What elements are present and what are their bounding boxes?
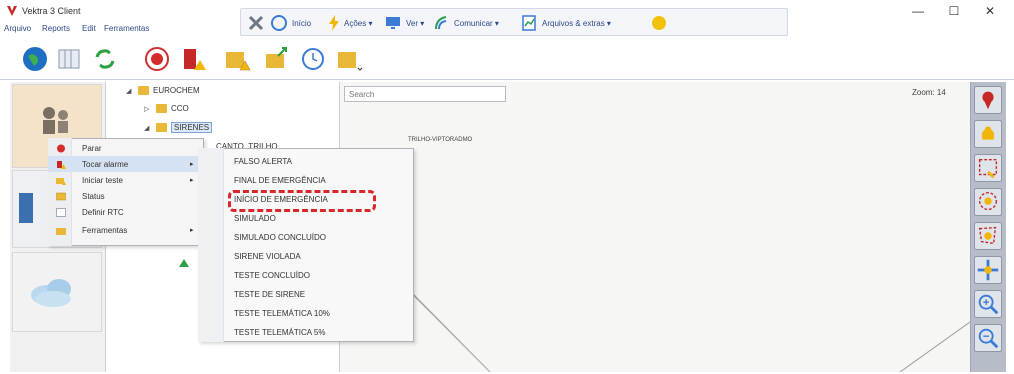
cloud-icon xyxy=(31,279,71,307)
sync-arrows-icon[interactable] xyxy=(90,44,120,74)
comunicar-label: Comunicar ▾ xyxy=(454,18,499,28)
refresh-circle-icon xyxy=(271,15,287,31)
ctx-item-definir-rtc[interactable]: Definir RTC xyxy=(48,204,204,220)
arquivos-extras-label: Arquivos & extras ▾ xyxy=(542,18,611,28)
stop-icon xyxy=(57,144,65,152)
inicio-button[interactable]: Início xyxy=(269,9,311,37)
columns-icon[interactable] xyxy=(54,44,84,74)
zoom-level: Zoom: 14 xyxy=(912,88,946,97)
sub-item-sirene-violada[interactable]: SIRENE VIOLADA xyxy=(234,250,301,264)
menu-ferramentas[interactable]: Ferramentas xyxy=(104,24,149,33)
alarm-book-icon[interactable] xyxy=(178,44,208,74)
map-canvas[interactable] xyxy=(340,82,971,373)
signal-icon xyxy=(435,16,447,30)
menu-edit[interactable]: Edit xyxy=(82,24,96,33)
map-lines xyxy=(351,231,971,373)
crossed-tools-icon xyxy=(248,15,264,31)
folder-icon xyxy=(156,104,167,113)
submenu-gutter xyxy=(198,148,224,342)
close-button[interactable]: ✕ xyxy=(972,2,1008,20)
tree-node-label: SIRENES xyxy=(171,122,213,133)
ctx-item-label: Status xyxy=(82,191,105,201)
ctx-item-tocar-alarme[interactable]: Tocar alarme ▸ xyxy=(48,156,204,172)
expand-icon: ▷ xyxy=(144,105,150,113)
ctx-item-parar[interactable]: Parar xyxy=(48,140,204,156)
ctx-item-ferramentas[interactable]: Ferramentas ▸ xyxy=(48,222,204,238)
ctx-item-label: Ferramentas xyxy=(82,225,128,235)
pan-hand-icon[interactable] xyxy=(974,120,1002,148)
ver-button[interactable]: Ver ▾ xyxy=(385,9,424,37)
status-triangle-icon xyxy=(179,259,189,267)
menu-reports[interactable]: Reports xyxy=(42,24,70,33)
folder-icon xyxy=(156,123,167,132)
zoom-in-icon[interactable] xyxy=(974,290,1002,318)
sub-item-final-de-emergencia[interactable]: FINAL DE EMERGÊNCIA xyxy=(234,174,326,188)
collapse-icon: ◢ xyxy=(126,87,132,95)
document-chart-icon xyxy=(522,15,536,31)
select-rectangle-icon[interactable] xyxy=(974,154,1002,182)
zoom-out-icon[interactable] xyxy=(974,324,1002,352)
sub-item-teste-de-sirene[interactable]: TESTE DE SIRENE xyxy=(234,288,305,302)
comunicar-button[interactable]: Comunicar ▾ xyxy=(433,9,499,37)
ctx-item-iniciar-teste[interactable]: Iniciar teste ▸ xyxy=(48,172,204,188)
sub-item-teste-telematica-5[interactable]: TESTE TELEMÁTICA 5% xyxy=(234,326,325,340)
acoes-label: Ações ▾ xyxy=(344,18,373,28)
sub-item-teste-telematica-10[interactable]: TESTE TELEMÁTICA 10% xyxy=(234,307,330,321)
lightning-icon xyxy=(329,15,339,31)
ctx-item-label: Definir RTC xyxy=(82,207,124,217)
sub-item-teste-concluido[interactable]: TESTE CONCLUÍDO xyxy=(234,269,310,283)
map-pin-icon[interactable] xyxy=(974,86,1002,114)
inicio-label: Início xyxy=(292,18,312,28)
ctx-item-label: Iniciar teste xyxy=(82,175,123,185)
folder-icon xyxy=(138,86,149,95)
menu-arquivo[interactable]: Arquivo xyxy=(4,24,31,33)
app-logo-icon xyxy=(7,6,17,16)
select-polygon-icon[interactable] xyxy=(974,222,1002,250)
tree-node-label: EUROCHEM xyxy=(153,86,200,95)
folder-export-icon[interactable] xyxy=(262,44,292,74)
stop-record-icon[interactable] xyxy=(142,44,172,74)
folder-warning-icon[interactable] xyxy=(222,44,252,74)
tools-cross-button[interactable] xyxy=(247,9,265,37)
collapse-icon: ◢ xyxy=(144,124,150,132)
tree-node-eurochem[interactable]: ◢ EUROCHEM xyxy=(126,86,200,95)
clock-icon xyxy=(56,207,66,217)
move-cross-icon[interactable] xyxy=(974,256,1002,284)
tree-node-sirenes[interactable]: ◢ SIRENES xyxy=(144,122,213,133)
tree-node-label: CCO xyxy=(171,104,189,113)
monitor-icon xyxy=(386,17,400,29)
alarm-book-icon xyxy=(57,160,66,169)
status-window-icon xyxy=(56,192,66,200)
sub-item-falso-alerta[interactable]: FALSO ALERTA xyxy=(234,155,292,169)
map-street-label: TRILHO-VIPTORADMO xyxy=(408,137,473,143)
ver-label: Ver ▾ xyxy=(406,18,425,28)
clock-icon[interactable] xyxy=(298,44,328,74)
folder-warning-icon xyxy=(56,177,66,185)
folder-icon xyxy=(56,227,66,235)
highlight-annotation xyxy=(228,190,376,212)
window-title: Vektra 3 Client xyxy=(22,6,81,16)
globe-icon[interactable] xyxy=(20,44,50,74)
smiley-button[interactable] xyxy=(651,9,667,37)
select-circle-icon[interactable] xyxy=(974,188,1002,216)
arquivos-extras-button[interactable]: Arquivos & extras ▾ xyxy=(521,9,611,37)
ctx-item-label: Parar xyxy=(82,143,102,153)
ctx-item-label: Tocar alarme xyxy=(82,159,129,169)
maximize-button[interactable]: ☐ xyxy=(936,2,972,20)
minimize-button[interactable]: — xyxy=(900,2,936,20)
sub-item-simulado-concluido[interactable]: SIMULADO CONCLUÍDO xyxy=(234,231,326,245)
quick-toolbar: Início Ações ▾ Ver ▾ Comunicar ▾ Arquivo… xyxy=(240,8,788,36)
smiley-icon xyxy=(652,16,666,30)
acoes-button[interactable]: Ações ▾ xyxy=(327,9,372,37)
ctx-item-status[interactable]: Status xyxy=(48,188,204,204)
sub-item-simulado[interactable]: SIMULADO xyxy=(234,212,276,226)
tree-node-cco[interactable]: ▷ CCO xyxy=(144,104,189,113)
map-search-input[interactable] xyxy=(344,86,506,102)
nav-tile-cloud[interactable] xyxy=(12,252,102,332)
folder-dropdown-icon[interactable] xyxy=(334,44,364,74)
